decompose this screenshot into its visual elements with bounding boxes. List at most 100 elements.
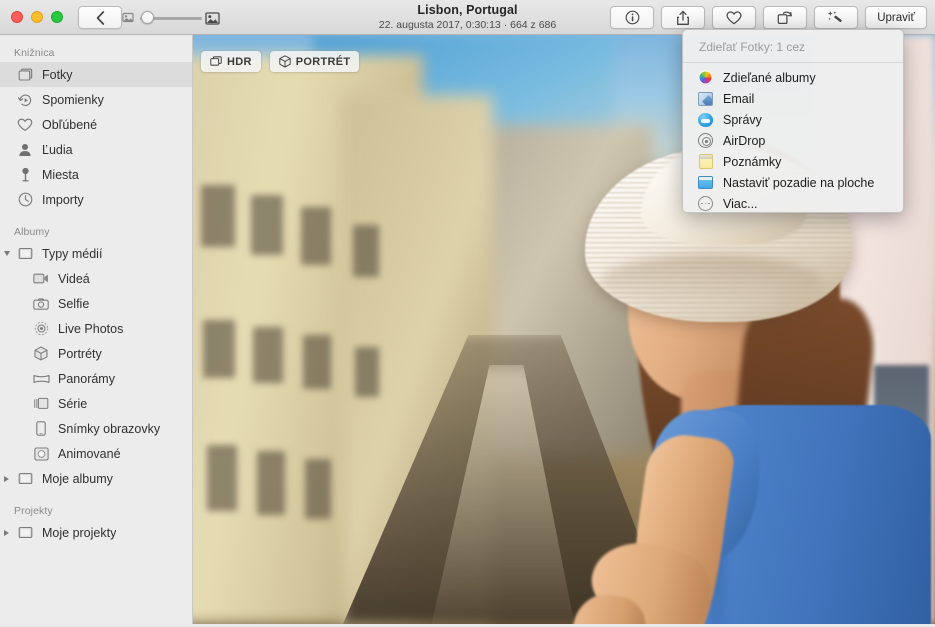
sidebar-item-serie[interactable]: Série xyxy=(0,391,192,416)
sidebar-item-label: Moje albumy xyxy=(42,471,113,486)
zoom-button[interactable] xyxy=(51,11,63,23)
favorite-button[interactable] xyxy=(712,6,756,29)
rotate-icon xyxy=(777,11,792,25)
sidebar-item-label: Obľúbené xyxy=(42,117,98,132)
sidebar-item-live-photos[interactable]: Live Photos xyxy=(0,316,192,341)
close-button[interactable] xyxy=(11,11,23,23)
sidebar-item-videa[interactable]: Videá xyxy=(0,266,192,291)
menu-item-more[interactable]: Viac... xyxy=(683,193,903,212)
photo-window xyxy=(251,195,283,255)
sidebar-item-label: Fotky xyxy=(42,67,73,82)
menu-item-notes[interactable]: Poznámky xyxy=(683,151,903,172)
sidebar-item-label: Animované xyxy=(58,446,121,461)
messages-app-icon xyxy=(697,111,714,128)
hdr-badge[interactable]: HDR xyxy=(201,51,261,72)
sidebar-section-header-projects: Projekty xyxy=(14,505,53,517)
small-thumbnail-icon xyxy=(122,12,134,23)
sidebar-item-moje-albumy[interactable]: Moje albumy xyxy=(0,466,192,491)
sidebar-section-header-library: Knižnica xyxy=(14,47,55,59)
notes-app-icon xyxy=(697,153,714,170)
edit-button[interactable]: Upraviť xyxy=(865,6,927,29)
sidebar-item-label: Série xyxy=(58,396,88,411)
menu-item-label: Email xyxy=(723,91,755,106)
menu-item-label: Zdieľané albumy xyxy=(723,70,816,85)
menu-separator xyxy=(683,62,903,63)
share-upload-icon xyxy=(677,10,689,25)
folder-icon xyxy=(14,247,36,260)
sidebar-section-header-albums: Albumy xyxy=(14,226,50,238)
thumbnail-zoom-slider[interactable] xyxy=(122,10,220,26)
person-icon xyxy=(14,143,36,157)
photo-window xyxy=(353,225,379,277)
sidebar-item-snimky-obrazovky[interactable]: Snímky obrazovky xyxy=(0,416,192,441)
menu-item-set-desktop-picture[interactable]: Nastaviť pozadie na ploche xyxy=(683,172,903,193)
heart-icon xyxy=(726,10,742,24)
sidebar-item-label: Miesta xyxy=(42,167,79,182)
menu-item-email[interactable]: Email xyxy=(683,88,903,109)
portrait-badge[interactable]: PORTRÉT xyxy=(269,51,360,72)
sidebar-item-label: Snímky obrazovky xyxy=(58,421,161,436)
mail-app-icon xyxy=(697,90,714,107)
sidebar-item-miesta[interactable]: Miesta xyxy=(0,162,192,187)
sidebar-item-animovane[interactable]: Animované xyxy=(0,441,192,466)
sidebar-item-ludia[interactable]: Ľudia xyxy=(0,137,192,162)
burst-icon xyxy=(30,397,52,410)
photo-window xyxy=(303,335,331,389)
memories-icon xyxy=(14,93,36,107)
info-circle-icon xyxy=(625,10,639,25)
sidebar-item-portrety[interactable]: Portréty xyxy=(0,341,192,366)
photos-app-icon xyxy=(697,69,714,86)
menu-item-airdrop[interactable]: AirDrop xyxy=(683,130,903,151)
hdr-badge-label: HDR xyxy=(227,55,252,68)
back-button[interactable] xyxy=(78,6,122,29)
clock-icon xyxy=(14,192,36,207)
sidebar-item-spomienky[interactable]: Spomienky xyxy=(0,87,192,112)
minimize-button[interactable] xyxy=(31,11,43,23)
info-button[interactable] xyxy=(610,6,654,29)
camera-icon xyxy=(30,297,52,310)
menu-item-messages[interactable]: Správy xyxy=(683,109,903,130)
menu-item-label: AirDrop xyxy=(723,133,766,148)
sidebar-item-oblubene[interactable]: Obľúbené xyxy=(0,112,192,137)
sidebar-item-label: Portréty xyxy=(58,346,102,361)
photo-badges: HDR PORTRÉT xyxy=(201,51,360,72)
sidebar-item-panoramy[interactable]: Panorámy xyxy=(0,366,192,391)
photos-window: Lisbon, Portugal 22. augusta 2017, 0:30:… xyxy=(0,0,935,627)
photo-hat-shadow xyxy=(601,255,821,307)
menu-item-label: Správy xyxy=(723,112,762,127)
heart-icon xyxy=(14,118,36,132)
animated-gif-icon xyxy=(30,446,52,461)
menu-item-shared-albums[interactable]: Zdieľané albumy xyxy=(683,67,903,88)
sidebar[interactable]: Knižnica Fotky Spomienky Obľúbené Ľudia … xyxy=(0,35,193,624)
sidebar-item-fotky[interactable]: Fotky xyxy=(0,62,192,87)
sidebar-item-label: Typy médií xyxy=(42,246,103,261)
photo-window xyxy=(355,347,379,397)
hdr-layers-icon xyxy=(210,56,222,66)
sidebar-item-importy[interactable]: Importy xyxy=(0,187,192,212)
sidebar-item-label: Panorámy xyxy=(58,371,115,386)
portrait-badge-label: PORTRÉT xyxy=(295,55,351,68)
screenshot-icon xyxy=(30,421,52,436)
menu-item-label: Nastaviť pozadie na ploche xyxy=(723,175,875,190)
folder-icon xyxy=(14,526,36,539)
video-icon xyxy=(30,273,52,284)
chevron-left-icon xyxy=(96,10,104,25)
sidebar-item-label: Spomienky xyxy=(42,92,104,107)
photo-window xyxy=(207,445,237,511)
sidebar-item-label: Live Photos xyxy=(58,321,124,336)
live-photo-icon xyxy=(30,321,52,336)
rotate-button[interactable] xyxy=(763,6,807,29)
enhance-button[interactable] xyxy=(814,6,858,29)
share-menu[interactable]: Zdieľať Fotky: 1 cez Zdieľané albumy Ema… xyxy=(682,29,904,213)
sidebar-item-typy-medii[interactable]: Typy médií xyxy=(0,241,192,266)
photo-window xyxy=(253,327,283,383)
share-button[interactable] xyxy=(661,6,705,29)
sidebar-item-label: Ľudia xyxy=(42,142,73,157)
slider-knob[interactable] xyxy=(141,11,154,24)
sidebar-item-selfie[interactable]: Selfie xyxy=(0,291,192,316)
map-pin-icon xyxy=(14,167,36,182)
folder-icon xyxy=(14,472,36,485)
photo-window xyxy=(257,451,285,515)
photo-window xyxy=(203,320,235,378)
sidebar-item-moje-projekty[interactable]: Moje projekty xyxy=(0,520,192,545)
